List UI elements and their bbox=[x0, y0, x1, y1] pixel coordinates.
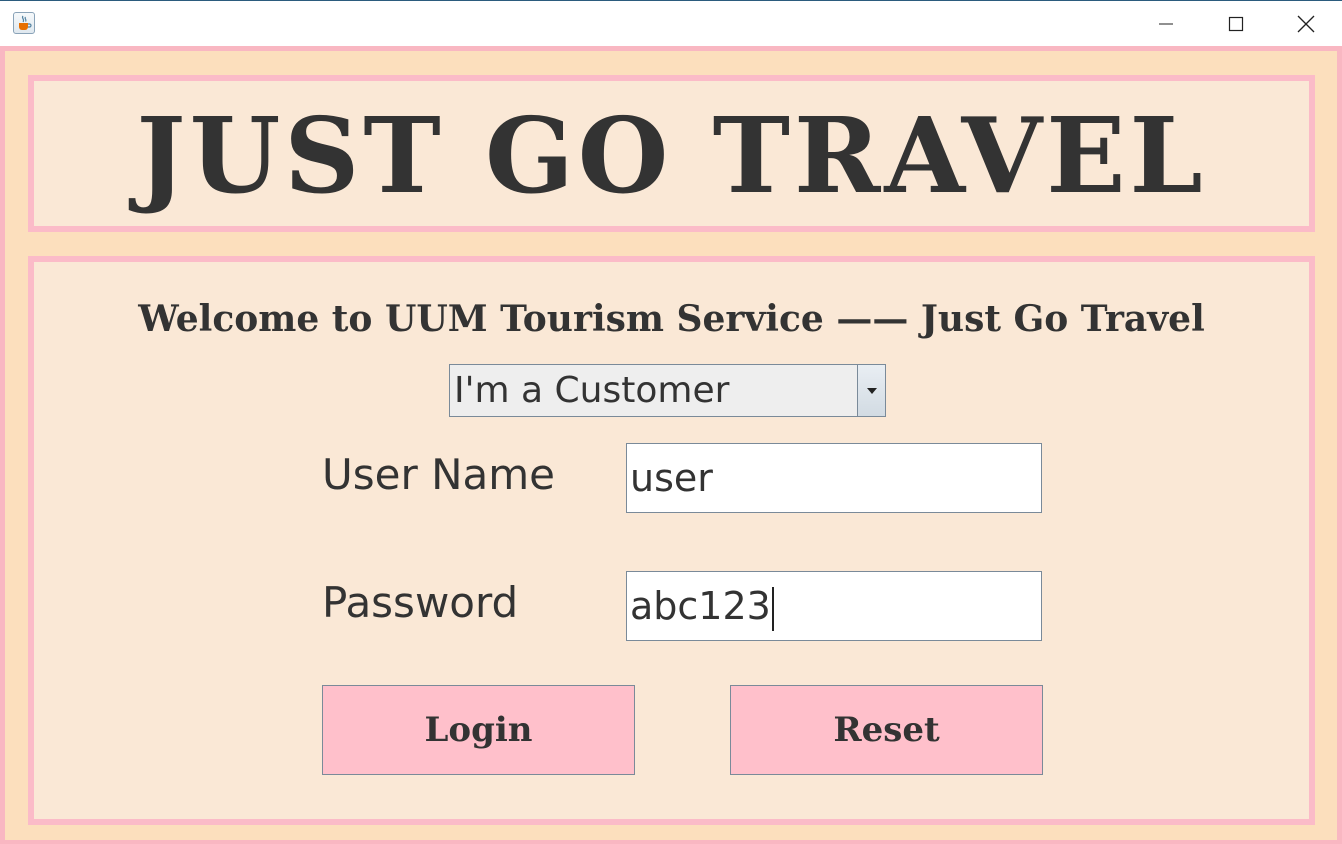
java-coffee-cup-icon bbox=[13, 12, 35, 34]
password-field[interactable]: abc123 bbox=[626, 571, 1042, 641]
role-select[interactable]: I'm a Customer bbox=[449, 364, 886, 417]
password-value-wrap: abc123 bbox=[630, 572, 774, 640]
role-select-value: I'm a Customer bbox=[454, 370, 730, 411]
window-content: JUST GO TRAVEL Welcome to UUM Tourism Se… bbox=[0, 46, 1342, 844]
maximize-button[interactable] bbox=[1201, 1, 1271, 47]
chevron-down-icon bbox=[866, 387, 877, 394]
close-button[interactable] bbox=[1271, 1, 1341, 47]
close-icon bbox=[1297, 15, 1315, 33]
username-value: user bbox=[630, 456, 713, 500]
minimize-button[interactable] bbox=[1131, 1, 1201, 47]
login-button[interactable]: Login bbox=[322, 685, 635, 775]
dropdown-arrow-button[interactable] bbox=[857, 365, 885, 416]
banner-title: JUST GO TRAVEL bbox=[136, 94, 1207, 217]
password-value: abc123 bbox=[630, 584, 771, 628]
minimize-icon bbox=[1159, 23, 1173, 25]
maximize-icon bbox=[1228, 16, 1244, 32]
username-field[interactable]: user bbox=[626, 443, 1042, 513]
login-panel: Welcome to UUM Tourism Service —— Just G… bbox=[28, 256, 1315, 825]
welcome-heading: Welcome to UUM Tourism Service —— Just G… bbox=[138, 298, 1205, 340]
text-caret bbox=[771, 586, 774, 631]
banner: JUST GO TRAVEL bbox=[28, 75, 1315, 232]
password-label: Password bbox=[322, 578, 519, 627]
username-label: User Name bbox=[322, 450, 555, 499]
reset-button[interactable]: Reset bbox=[730, 685, 1043, 775]
window-titlebar[interactable] bbox=[0, 0, 1342, 46]
